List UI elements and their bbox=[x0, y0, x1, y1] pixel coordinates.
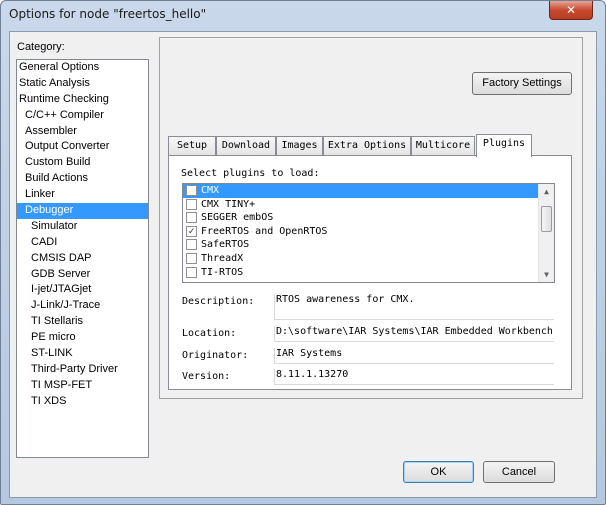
plugins-tab-content: Select plugins to load: CMX CMX TINY+ SEGG… bbox=[168, 155, 572, 390]
plugin-item[interactable]: CMX bbox=[183, 184, 554, 198]
plugin-checkbox[interactable] bbox=[186, 212, 197, 224]
close-button[interactable]: ✕ bbox=[549, 1, 593, 20]
tab-multicore[interactable]: Multicore bbox=[411, 136, 475, 156]
category-item[interactable]: Runtime Checking bbox=[17, 92, 148, 108]
category-item[interactable]: TI Stellaris bbox=[17, 314, 148, 330]
plugin-item[interactable]: ThreadX bbox=[183, 252, 554, 266]
category-item[interactable]: PE micro bbox=[17, 330, 148, 346]
tab-download[interactable]: Download bbox=[216, 136, 276, 156]
plugin-checkbox[interactable] bbox=[186, 239, 197, 251]
category-item[interactable]: Third-Party Driver bbox=[17, 362, 148, 378]
category-item[interactable]: Output Converter bbox=[17, 139, 148, 155]
version-label: Version: bbox=[182, 371, 231, 382]
close-icon: ✕ bbox=[565, 3, 577, 17]
category-item[interactable]: Linker bbox=[17, 187, 148, 203]
select-plugins-label: Select plugins to load: bbox=[181, 168, 320, 179]
plugin-item[interactable]: CMX TINY+ bbox=[183, 198, 554, 212]
plugin-label: ThreadX bbox=[201, 252, 244, 264]
plugin-item[interactable]: ✓ FreeRTOS and OpenRTOS bbox=[183, 225, 554, 239]
category-list[interactable]: General Options Static Analysis Runtime Ch… bbox=[16, 59, 149, 458]
tab-images[interactable]: Images bbox=[276, 136, 323, 156]
category-item[interactable]: TI MSP-FET bbox=[17, 378, 148, 394]
plugin-checkbox[interactable] bbox=[186, 198, 197, 210]
category-item[interactable]: Assembler bbox=[17, 124, 148, 140]
plugin-checkbox[interactable] bbox=[186, 252, 197, 264]
plugin-label: SafeRTOS bbox=[201, 239, 250, 251]
category-item[interactable]: Debugger bbox=[17, 203, 148, 219]
window-title: Options for node "freertos_hello" bbox=[9, 7, 207, 21]
plugin-label: TI-RTOS bbox=[201, 266, 244, 278]
category-item[interactable]: Simulator bbox=[17, 219, 148, 235]
scroll-down-icon[interactable]: ▼ bbox=[539, 267, 554, 282]
plugin-checkbox[interactable] bbox=[186, 185, 197, 196]
category-item[interactable]: CADI bbox=[17, 235, 148, 251]
plugin-checkbox[interactable] bbox=[186, 266, 197, 278]
location-value: D:\software\IAR Systems\IAR Embedded Wor… bbox=[274, 326, 554, 342]
category-item[interactable]: ST-LINK bbox=[17, 346, 148, 362]
plugin-label: CMX TINY+ bbox=[201, 198, 256, 210]
plugin-list-scrollbar[interactable]: ▲ ▼ bbox=[538, 184, 554, 282]
cancel-button[interactable]: Cancel bbox=[483, 461, 555, 483]
ok-button[interactable]: OK bbox=[403, 461, 474, 483]
plugin-label: FreeRTOS and OpenRTOS bbox=[201, 225, 328, 237]
category-item[interactable]: TI XDS bbox=[17, 394, 148, 410]
category-item[interactable]: General Options bbox=[17, 60, 148, 76]
tab-extra-options[interactable]: Extra Options bbox=[323, 136, 411, 156]
plugin-item[interactable]: SafeRTOS bbox=[183, 238, 554, 252]
plugin-item[interactable]: TI-RTOS bbox=[183, 266, 554, 280]
category-item[interactable]: CMSIS DAP bbox=[17, 251, 148, 267]
tab-setup[interactable]: Setup bbox=[168, 136, 216, 156]
category-item[interactable]: Static Analysis bbox=[17, 76, 148, 92]
category-item[interactable]: Build Actions bbox=[17, 171, 148, 187]
plugin-label: CMX bbox=[201, 185, 220, 196]
tab-plugins[interactable]: Plugins bbox=[476, 134, 532, 157]
category-item[interactable]: I-jet/JTAGjet bbox=[17, 282, 148, 298]
scrollbar-thumb[interactable] bbox=[541, 206, 552, 232]
category-item[interactable]: Custom Build bbox=[17, 155, 148, 171]
factory-settings-button[interactable]: Factory Settings bbox=[472, 72, 572, 95]
description-value: RTOS awareness for CMX. bbox=[274, 294, 554, 320]
plugin-label: SEGGER embOS bbox=[201, 212, 274, 224]
category-label: Category: bbox=[17, 41, 65, 53]
originator-value: IAR Systems bbox=[274, 348, 554, 364]
plugin-item[interactable]: SEGGER embOS bbox=[183, 211, 554, 225]
version-value: 8.11.1.13270 bbox=[274, 369, 554, 385]
title-bar[interactable]: Options for node "freertos_hello" ✕ bbox=[1, 1, 605, 31]
category-item[interactable]: GDB Server bbox=[17, 267, 148, 283]
category-item[interactable]: C/C++ Compiler bbox=[17, 108, 148, 124]
options-panel: Factory Settings Setup Download Images E… bbox=[159, 37, 583, 399]
location-label: Location: bbox=[182, 328, 237, 339]
description-label: Description: bbox=[182, 296, 255, 307]
scroll-up-icon[interactable]: ▲ bbox=[539, 184, 554, 199]
options-dialog: Options for node "freertos_hello" ✕ Cate… bbox=[0, 0, 606, 505]
originator-label: Originator: bbox=[182, 350, 249, 361]
plugin-list[interactable]: CMX CMX TINY+ SEGGER embOS ✓ FreeRTOS and Op… bbox=[182, 183, 555, 283]
plugin-checkbox[interactable]: ✓ bbox=[186, 225, 197, 237]
category-item[interactable]: J-Link/J-Trace bbox=[17, 298, 148, 314]
